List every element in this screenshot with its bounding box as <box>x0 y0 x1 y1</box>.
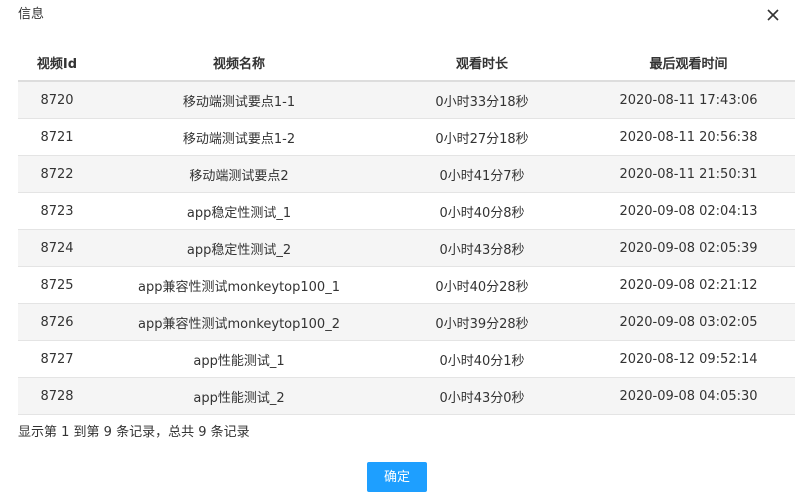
table-row: 8722 移动端测试要点2 0小时41分7秒 2020-08-11 21:50:… <box>18 155 795 193</box>
cell-video-name: 移动端测试要点2 <box>96 155 382 193</box>
cell-video-id: 8727 <box>18 340 96 378</box>
dialog-title: 信息 <box>18 7 45 22</box>
cell-video-id: 8726 <box>18 303 96 341</box>
pagination-info: 显示第 1 到第 9 条记录，总共 9 条记录 <box>18 425 250 440</box>
header-last-watch-time: 最后观看时间 <box>582 44 795 82</box>
cell-watch-duration: 0小时40分28秒 <box>382 266 582 304</box>
info-dialog: 信息 视频Id 视频名称 观看时长 最后观看时间 8720 移动端测试要点1-1… <box>0 0 795 499</box>
cell-video-id: 8720 <box>18 81 96 119</box>
header-video-name: 视频名称 <box>96 44 382 82</box>
cell-last-watch-time: 2020-09-08 03:02:05 <box>582 303 795 341</box>
cell-last-watch-time: 2020-08-11 21:50:31 <box>582 155 795 193</box>
table-row: 8724 app稳定性测试_2 0小时43分8秒 2020-09-08 02:0… <box>18 229 795 267</box>
cell-watch-duration: 0小时43分0秒 <box>382 377 582 415</box>
cell-last-watch-time: 2020-08-11 17:43:06 <box>582 81 795 119</box>
cell-video-name: 移动端测试要点1-1 <box>96 81 382 119</box>
cell-watch-duration: 0小时33分18秒 <box>382 81 582 119</box>
table-row: 8728 app性能测试_2 0小时43分0秒 2020-09-08 04:05… <box>18 377 795 415</box>
cell-video-name: app性能测试_1 <box>96 340 382 378</box>
cell-video-id: 8725 <box>18 266 96 304</box>
cell-last-watch-time: 2020-08-12 09:52:14 <box>582 340 795 378</box>
table-header-row: 视频Id 视频名称 观看时长 最后观看时间 <box>18 44 795 82</box>
cell-video-name: app稳定性测试_2 <box>96 229 382 267</box>
cell-watch-duration: 0小时41分7秒 <box>382 155 582 193</box>
table-body: 8720 移动端测试要点1-1 0小时33分18秒 2020-08-11 17:… <box>18 81 795 415</box>
cell-watch-duration: 0小时40分8秒 <box>382 192 582 230</box>
cell-video-id: 8723 <box>18 192 96 230</box>
watch-history-table: 视频Id 视频名称 观看时长 最后观看时间 8720 移动端测试要点1-1 0小… <box>18 44 795 415</box>
dialog-header: 信息 <box>0 0 795 32</box>
cell-watch-duration: 0小时39分28秒 <box>382 303 582 341</box>
table-row: 8720 移动端测试要点1-1 0小时33分18秒 2020-08-11 17:… <box>18 81 795 119</box>
cell-last-watch-time: 2020-09-08 04:05:30 <box>582 377 795 415</box>
header-watch-duration: 观看时长 <box>382 44 582 82</box>
cell-watch-duration: 0小时27分18秒 <box>382 118 582 156</box>
cell-last-watch-time: 2020-09-08 02:04:13 <box>582 192 795 230</box>
close-icon[interactable] <box>764 6 782 24</box>
cell-last-watch-time: 2020-09-08 02:05:39 <box>582 229 795 267</box>
table-row: 8727 app性能测试_1 0小时40分1秒 2020-08-12 09:52… <box>18 340 795 378</box>
cell-video-name: app性能测试_2 <box>96 377 382 415</box>
header-video-id: 视频Id <box>18 44 96 82</box>
confirm-button[interactable]: 确定 <box>367 462 427 492</box>
cell-watch-duration: 0小时43分8秒 <box>382 229 582 267</box>
cell-watch-duration: 0小时40分1秒 <box>382 340 582 378</box>
table-row: 8721 移动端测试要点1-2 0小时27分18秒 2020-08-11 20:… <box>18 118 795 156</box>
table-row: 8725 app兼容性测试monkeytop100_1 0小时40分28秒 20… <box>18 266 795 304</box>
watch-history-table-container: 视频Id 视频名称 观看时长 最后观看时间 8720 移动端测试要点1-1 0小… <box>18 44 795 415</box>
cell-video-id: 8721 <box>18 118 96 156</box>
cell-video-name: app兼容性测试monkeytop100_1 <box>96 266 382 304</box>
cell-video-name: app稳定性测试_1 <box>96 192 382 230</box>
cell-last-watch-time: 2020-09-08 02:21:12 <box>582 266 795 304</box>
cell-video-name: app兼容性测试monkeytop100_2 <box>96 303 382 341</box>
cell-video-name: 移动端测试要点1-2 <box>96 118 382 156</box>
table-row: 8723 app稳定性测试_1 0小时40分8秒 2020-09-08 02:0… <box>18 192 795 230</box>
cell-video-id: 8722 <box>18 155 96 193</box>
cell-video-id: 8728 <box>18 377 96 415</box>
cell-last-watch-time: 2020-08-11 20:56:38 <box>582 118 795 156</box>
table-row: 8726 app兼容性测试monkeytop100_2 0小时39分28秒 20… <box>18 303 795 341</box>
cell-video-id: 8724 <box>18 229 96 267</box>
